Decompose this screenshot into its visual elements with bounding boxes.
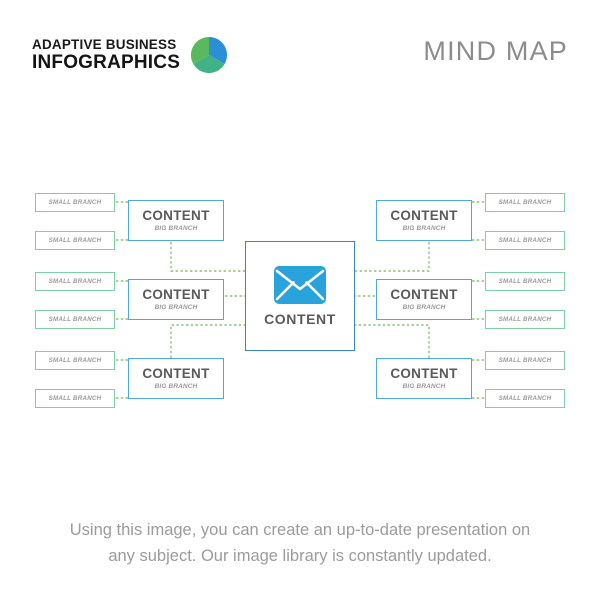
big-branch-right-r3[interactable]: CONTENT BIG BRANCH — [376, 358, 472, 399]
small-branch-label: SMALL BRANCH — [48, 199, 102, 206]
small-branch-right-r3-lower[interactable]: SMALL BRANCH — [485, 389, 565, 408]
small-branch-label: SMALL BRANCH — [48, 278, 102, 285]
big-branch-right-r2[interactable]: CONTENT BIG BRANCH — [376, 279, 472, 320]
big-branch-left-r3[interactable]: CONTENT BIG BRANCH — [128, 358, 224, 399]
connector-right-r1-to-center — [355, 242, 430, 272]
caption-line-2: any subject. Our image library is consta… — [108, 546, 492, 565]
small-branch-left-r1-upper[interactable]: SMALL BRANCH — [35, 193, 115, 212]
small-branch-label: SMALL BRANCH — [498, 237, 552, 244]
big-branch-title: CONTENT — [390, 287, 458, 303]
center-node[interactable]: CONTENT — [245, 241, 355, 351]
small-branch-label: SMALL BRANCH — [48, 237, 102, 244]
big-branch-subtitle: BIG BRANCH — [402, 303, 446, 311]
big-branch-left-r2[interactable]: CONTENT BIG BRANCH — [128, 279, 224, 320]
big-branch-title: CONTENT — [390, 366, 458, 382]
big-branch-title: CONTENT — [142, 208, 210, 224]
small-branch-left-r3-upper[interactable]: SMALL BRANCH — [35, 351, 115, 370]
connector-left-r1-to-center — [170, 242, 245, 272]
small-branch-label: SMALL BRANCH — [48, 357, 102, 364]
small-branch-left-r2-lower[interactable]: SMALL BRANCH — [35, 310, 115, 329]
small-branch-label: SMALL BRANCH — [48, 395, 102, 402]
big-branch-left-r1[interactable]: CONTENT BIG BRANCH — [128, 200, 224, 241]
small-branch-right-r2-lower[interactable]: SMALL BRANCH — [485, 310, 565, 329]
connector-right-r3-to-center — [355, 324, 430, 358]
caption-line-1: Using this image, you can create an up-t… — [69, 521, 531, 539]
small-branch-right-r3-upper[interactable]: SMALL BRANCH — [485, 351, 565, 370]
big-branch-subtitle: BIG BRANCH — [402, 224, 446, 232]
big-branch-title: CONTENT — [390, 208, 458, 224]
big-branch-right-r1[interactable]: CONTENT BIG BRANCH — [376, 200, 472, 241]
big-branch-subtitle: BIG BRANCH — [154, 303, 198, 311]
big-branch-subtitle: BIG BRANCH — [154, 224, 198, 232]
caption-text: Using this image, you can create an up-t… — [30, 518, 570, 569]
small-branch-label: SMALL BRANCH — [498, 316, 552, 323]
small-branch-label: SMALL BRANCH — [498, 395, 552, 402]
small-branch-left-r1-lower[interactable]: SMALL BRANCH — [35, 231, 115, 250]
small-branch-label: SMALL BRANCH — [498, 199, 552, 206]
connector-left-r3-to-center — [170, 324, 245, 358]
small-branch-left-r3-lower[interactable]: SMALL BRANCH — [35, 389, 115, 408]
small-branch-label: SMALL BRANCH — [498, 357, 552, 364]
big-branch-subtitle: BIG BRANCH — [154, 382, 198, 390]
small-branch-left-r2-upper[interactable]: SMALL BRANCH — [35, 272, 115, 291]
big-branch-title: CONTENT — [142, 366, 210, 382]
small-branch-label: SMALL BRANCH — [498, 278, 552, 285]
big-branch-subtitle: BIG BRANCH — [402, 382, 446, 390]
envelope-icon — [274, 266, 326, 304]
big-branch-title: CONTENT — [142, 287, 210, 303]
small-branch-right-r1-upper[interactable]: SMALL BRANCH — [485, 193, 565, 212]
small-branch-right-r1-lower[interactable]: SMALL BRANCH — [485, 231, 565, 250]
center-node-label: CONTENT — [264, 311, 336, 327]
mind-map-diagram: SMALL BRANCH SMALL BRANCH SMALL BRANCH S… — [0, 0, 600, 600]
small-branch-label: SMALL BRANCH — [48, 316, 102, 323]
small-branch-right-r2-upper[interactable]: SMALL BRANCH — [485, 272, 565, 291]
